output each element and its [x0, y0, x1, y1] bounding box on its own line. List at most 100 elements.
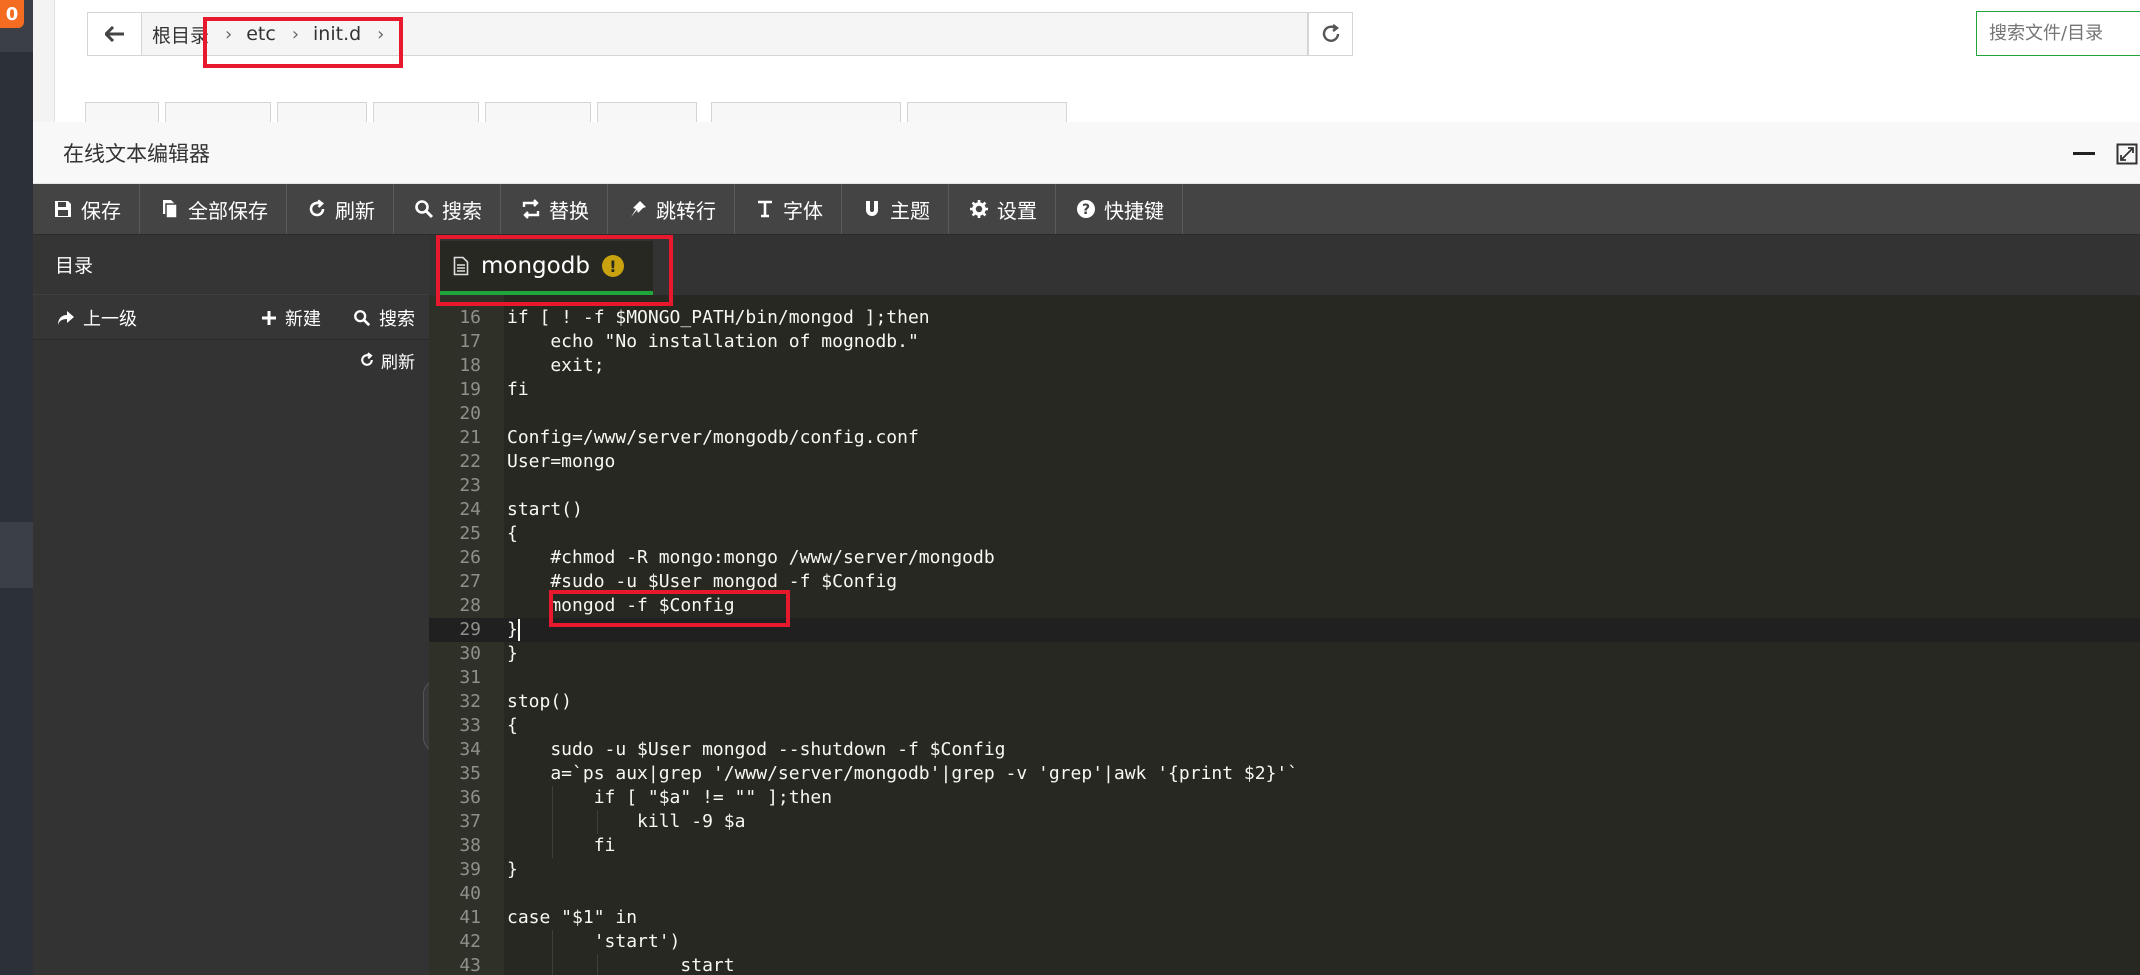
sidebar-search-button[interactable]: 搜索 [353, 295, 415, 340]
line-text: echo "No installation of mognodb." [507, 331, 919, 352]
line-text: if [ ! -f $MONGO_PATH/bin/mongod ];then [507, 307, 930, 328]
save-all-icon [163, 200, 178, 219]
chevron-right-icon: › [225, 23, 233, 45]
line-number: 19 [459, 379, 481, 400]
plus-icon [262, 310, 276, 325]
toolbar-label: 快捷键 [1104, 198, 1164, 223]
code-line[interactable]: 29} [429, 618, 2140, 642]
line-text: #chmod -R mongo:mongo /www/server/mongod… [507, 547, 995, 568]
breadcrumb-item-etc[interactable]: etc [246, 23, 276, 45]
code-line[interactable]: 32 stop() [429, 690, 2140, 714]
code-line[interactable]: 38 fi [429, 834, 2140, 858]
breadcrumb-item-root[interactable]: 根目录 [152, 21, 209, 48]
line-number: 26 [459, 547, 481, 568]
toolbar-label: 替换 [549, 198, 589, 223]
breadcrumb-label: etc [246, 23, 276, 45]
line-number: 25 [459, 523, 481, 544]
code-line[interactable]: 40 [429, 882, 2140, 906]
code-line[interactable]: 21 Config=/www/server/mongodb/config.conf [429, 426, 2140, 450]
code-line[interactable]: 23 [429, 474, 2140, 498]
code-line[interactable]: 20 [429, 402, 2140, 426]
sidebar-action-label: 新建 [285, 308, 321, 330]
code-line[interactable]: 18 exit; [429, 354, 2140, 378]
save-button[interactable]: 保存 [33, 184, 140, 234]
code-editor[interactable]: 16 if [ ! -f $MONGO_PATH/bin/mongod ];the… [429, 295, 2140, 975]
code-line[interactable]: 41 case "$1" in [429, 906, 2140, 930]
code-line[interactable]: 42 'start') [429, 930, 2140, 954]
path-refresh-button[interactable] [1308, 12, 1353, 56]
line-text: 'start') [507, 931, 681, 952]
code-line[interactable]: 39} [429, 858, 2140, 882]
line-number: 30 [459, 643, 481, 664]
toolbar-label: 保存 [81, 198, 121, 223]
file-manager-gutter [33, 0, 55, 122]
line-number: 23 [459, 475, 481, 496]
back-button[interactable] [87, 12, 142, 56]
parent-dir-button[interactable]: 上一级 [57, 295, 137, 340]
code-line[interactable]: 31 [429, 666, 2140, 690]
settings-button[interactable]: 设置 [949, 184, 1056, 234]
line-text: exit; [507, 355, 605, 376]
code-line[interactable]: 28 mongod -f $Config [429, 594, 2140, 618]
code-line[interactable]: 36 if [ "$a" != "" ];then [429, 786, 2140, 810]
font-button[interactable]: 字体 [735, 184, 842, 234]
search-button[interactable]: 搜索 [394, 184, 501, 234]
line-text: fi [507, 379, 529, 400]
code-line[interactable]: 17 echo "No installation of mognodb." [429, 330, 2140, 354]
sidebar-refresh-button[interactable]: 刷新 [33, 340, 429, 380]
shortcuts-button[interactable]: ? 快捷键 [1056, 184, 1183, 234]
code-line[interactable]: 25 { [429, 522, 2140, 546]
notification-badge[interactable]: 0 [0, 0, 24, 28]
line-number: 38 [459, 835, 481, 856]
line-text: if [ "$a" != "" ];then [507, 787, 833, 808]
code-line[interactable]: 43 start [429, 954, 2140, 975]
line-text: a=`ps aux|grep '/www/server/mongodb'|gre… [507, 763, 1299, 784]
chevron-right-icon: › [377, 23, 385, 45]
code-line[interactable]: 22 User=mongo [429, 450, 2140, 474]
maximize-icon[interactable] [2116, 143, 2138, 165]
gear-icon [970, 200, 988, 218]
minimize-icon[interactable] [2073, 152, 2095, 155]
code-line[interactable]: 26 #chmod -R mongo:mongo /www/server/mon… [429, 546, 2140, 570]
code-line[interactable]: 27 #sudo -u $User mongod -f $Config [429, 570, 2140, 594]
question-icon: ? [1077, 200, 1095, 218]
chevron-right-icon: › [291, 23, 300, 45]
file-icon [453, 256, 469, 276]
line-number: 37 [459, 811, 481, 832]
line-number: 22 [459, 451, 481, 472]
tab-mongodb[interactable]: mongodb ! [437, 241, 653, 295]
breadcrumb-label: init.d [313, 23, 362, 45]
save-all-button[interactable]: 全部保存 [140, 184, 287, 234]
code-line[interactable]: 34 sudo -u $User mongod --shutdown -f $C… [429, 738, 2140, 762]
replace-button[interactable]: 替换 [501, 184, 608, 234]
breadcrumb: 根目录 › etc › init.d › [141, 12, 1308, 56]
breadcrumb-label: 根目录 [152, 24, 210, 47]
sidebar-action-label: 上一级 [83, 308, 137, 330]
jump-icon [631, 201, 646, 217]
line-text: mongod -f $Config [507, 595, 735, 616]
new-file-button[interactable]: 新建 [261, 295, 321, 340]
share-arrow-icon [58, 310, 74, 325]
line-number: 21 [459, 427, 481, 448]
svg-text:?: ? [1082, 202, 1090, 218]
code-line[interactable]: 24 start() [429, 498, 2140, 522]
breadcrumb-item-init-d[interactable]: init.d [313, 23, 361, 45]
refresh-button[interactable]: 刷新 [287, 184, 394, 234]
line-number: 17 [459, 331, 481, 352]
file-tab-bar: mongodb ! [429, 235, 2140, 295]
code-line[interactable]: 16 if [ ! -f $MONGO_PATH/bin/mongod ];the… [429, 306, 2140, 330]
theme-button[interactable]: 主题 [842, 184, 949, 234]
file-search-input[interactable] [1976, 11, 2140, 56]
code-line[interactable]: 33 { [429, 714, 2140, 738]
code-line[interactable]: 30} [429, 642, 2140, 666]
code-line[interactable]: 35 a=`ps aux|grep '/www/server/mongodb'|… [429, 762, 2140, 786]
line-text: sudo -u $User mongod --shutdown -f $Conf… [507, 739, 1006, 760]
app-side-strip [0, 0, 33, 975]
replace-icon [522, 199, 540, 219]
line-number: 33 [459, 715, 481, 736]
line-text: stop() [507, 691, 573, 712]
code-line[interactable]: 19 fi [429, 378, 2140, 402]
jump-to-line-button[interactable]: 跳转行 [608, 184, 735, 234]
code-line[interactable]: 37 kill -9 $a [429, 810, 2140, 834]
line-number: 35 [459, 763, 481, 784]
